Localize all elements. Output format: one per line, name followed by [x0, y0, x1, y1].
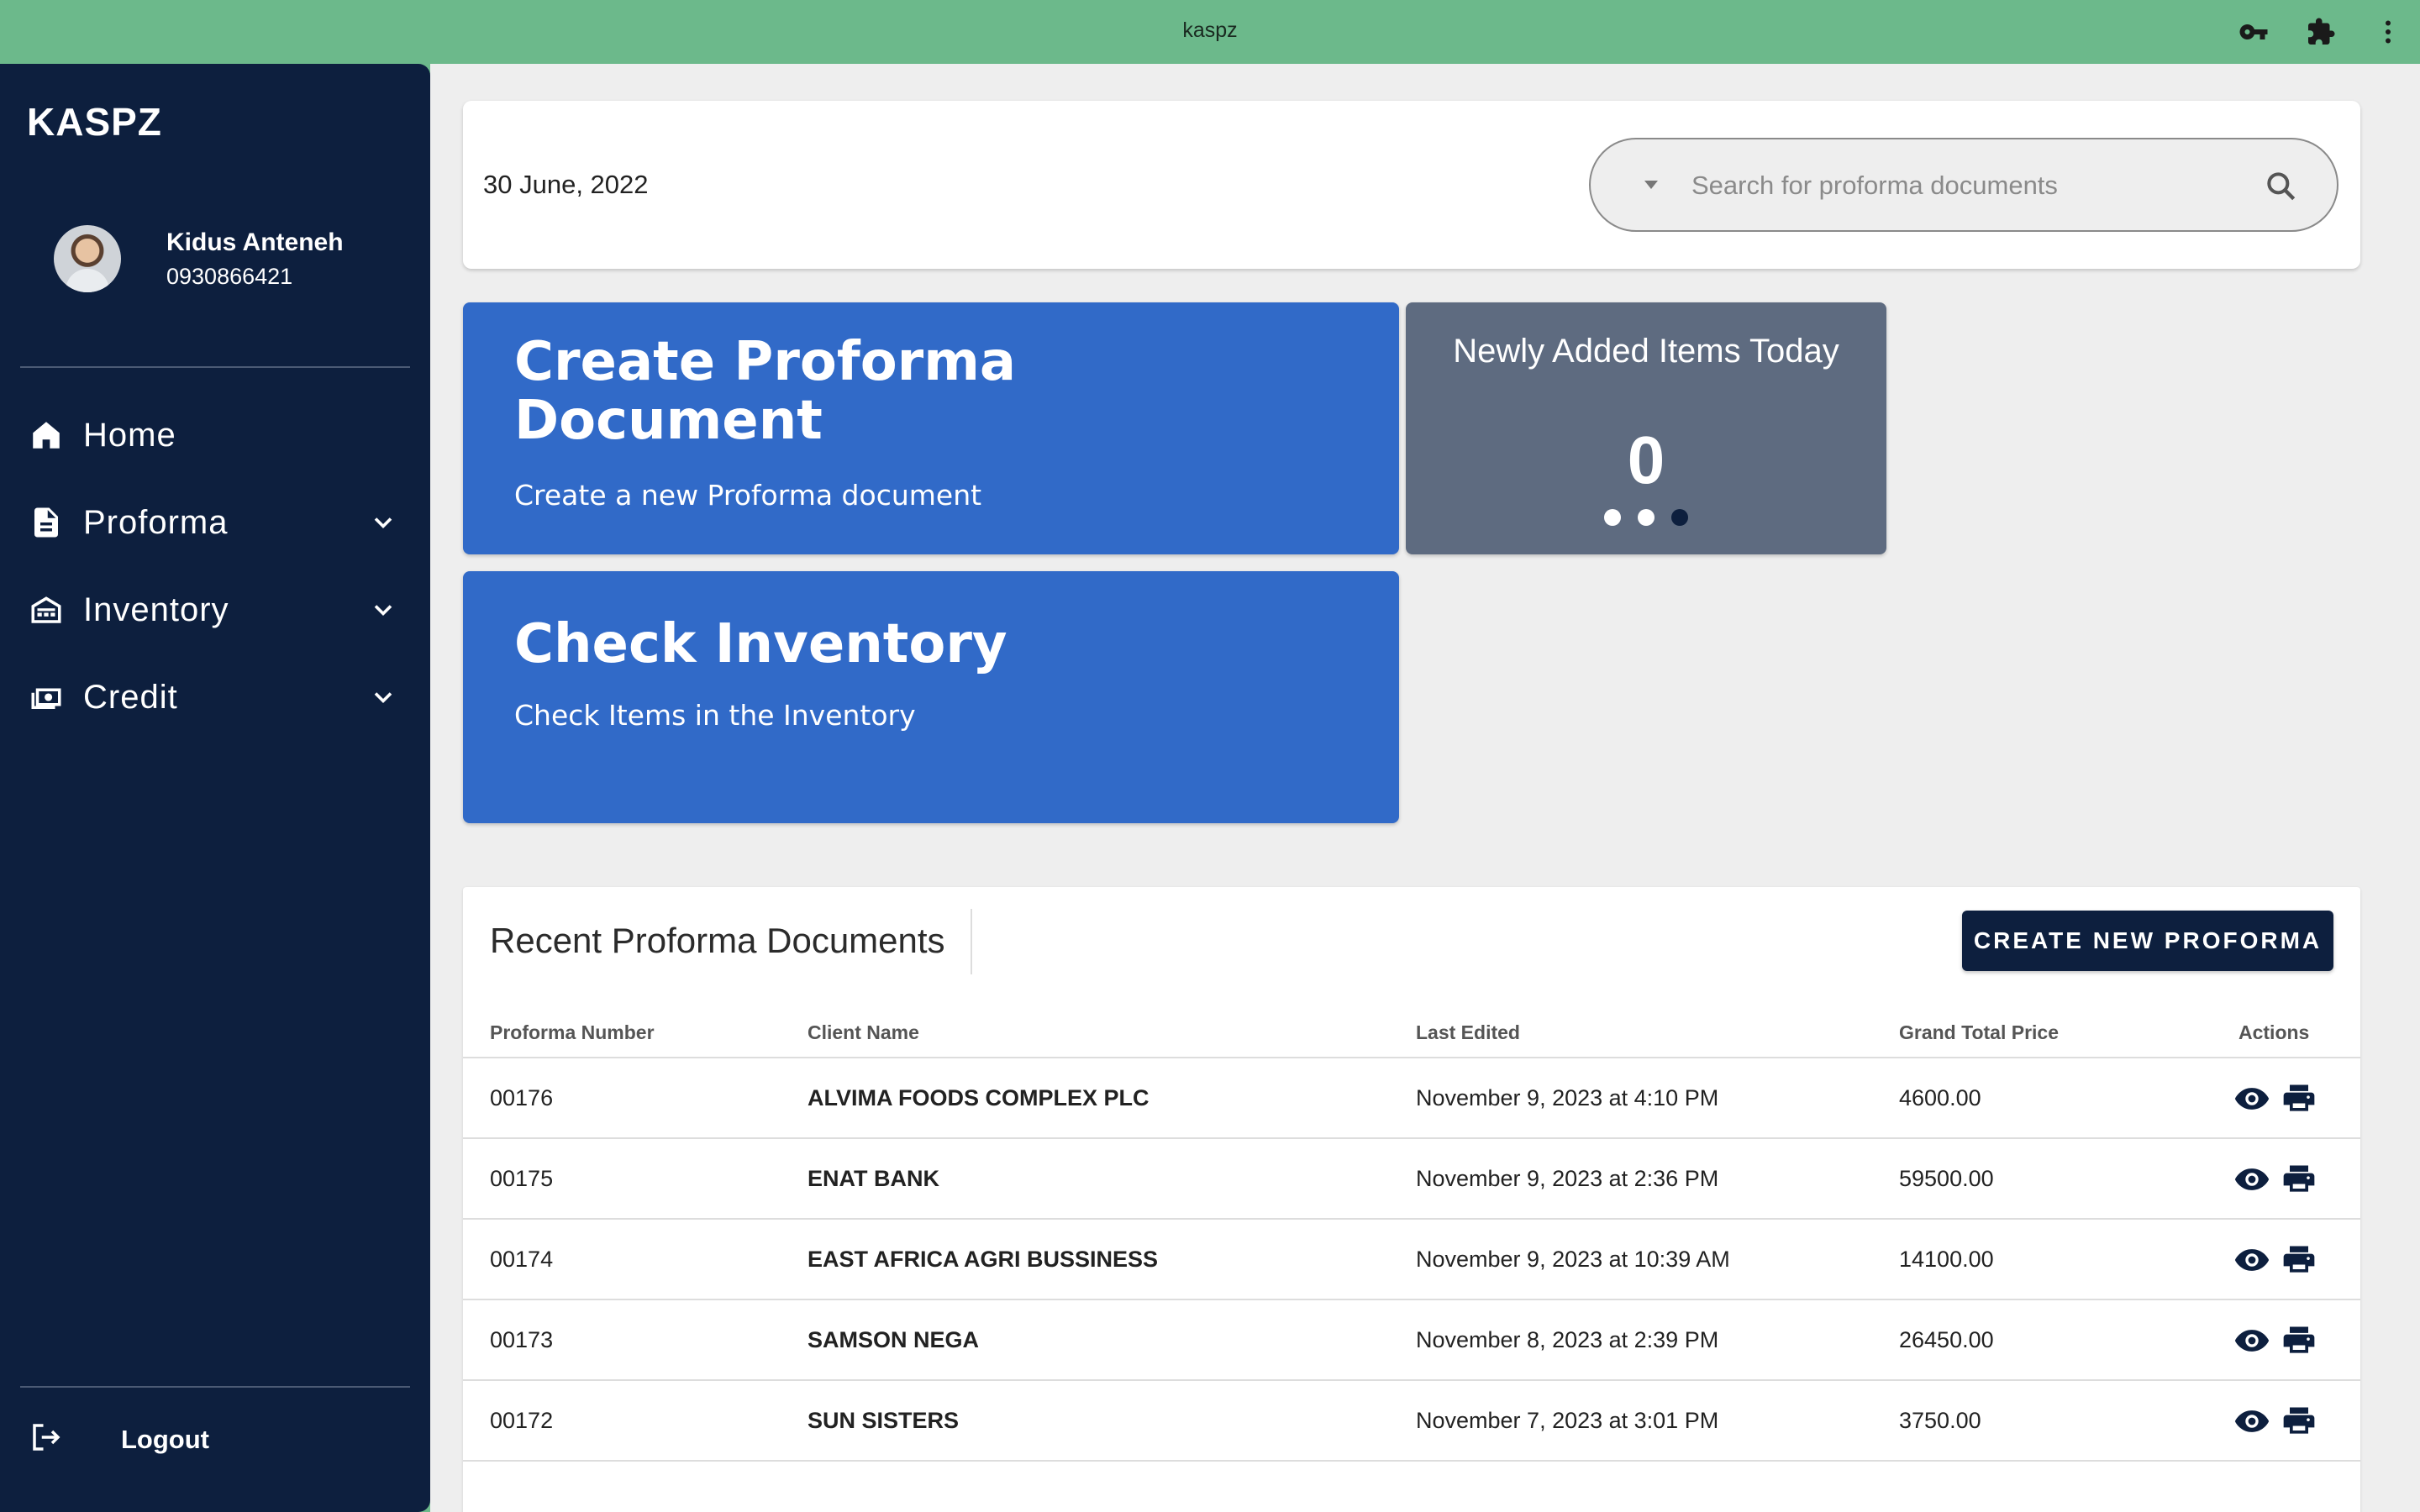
column-header: Actions — [2238, 1021, 2310, 1043]
last-edited: November 9, 2023 at 4:10 PM — [1416, 1085, 1719, 1110]
proforma-number: 00173 — [490, 1327, 554, 1352]
table-row[interactable]: 00175 ENAT BANK November 9, 2023 at 2:36 P… — [463, 1139, 2360, 1220]
sidebar-item-label: Credit — [83, 678, 178, 716]
more-vert-icon[interactable] — [2373, 17, 2403, 47]
search-icon[interactable] — [2263, 168, 2300, 205]
key-icon[interactable] — [2238, 17, 2269, 47]
sidebar-item-credit[interactable]: Credit — [0, 664, 430, 731]
print-icon[interactable] — [2281, 1242, 2317, 1278]
table-row[interactable]: 00176 ALVIMA FOODS COMPLEX PLC November 9,… — [463, 1058, 2360, 1139]
user-name: Kidus Anteneh — [166, 228, 344, 256]
column-header[interactable]: Proforma Number — [490, 1021, 655, 1044]
create-proforma-tile[interactable]: Create Proforma Document Create a new Pr… — [463, 302, 1399, 554]
tile-subtitle: Check Items in the Inventory — [514, 699, 916, 732]
tile-title: Create Proforma Document — [514, 331, 1017, 452]
sidebar-item-label: Proforma — [83, 503, 229, 541]
carousel-dot-active[interactable] — [1671, 509, 1688, 526]
table-row[interactable]: 00173 SAMSON NEGA November 8, 2023 at 2:39… — [463, 1300, 2360, 1381]
search-bar[interactable] — [1589, 138, 2338, 232]
sidebar-divider — [20, 1386, 410, 1388]
carousel-dot[interactable] — [1638, 509, 1655, 526]
title-divider — [971, 909, 972, 974]
window-titlebar: kaspz — [0, 0, 2420, 64]
window-title: kaspz — [1182, 18, 1238, 42]
view-icon[interactable] — [2233, 1161, 2270, 1198]
sidebar-item-label: Home — [83, 416, 176, 454]
proforma-number: 00172 — [490, 1408, 554, 1433]
column-header[interactable]: Grand Total Price — [1899, 1021, 2059, 1044]
print-icon[interactable] — [2281, 1080, 2317, 1117]
grand-total: 14100.00 — [1899, 1247, 1994, 1272]
proforma-number: 00175 — [490, 1166, 554, 1191]
client-name: SUN SISTERS — [808, 1408, 960, 1433]
print-icon[interactable] — [2281, 1322, 2317, 1359]
column-header[interactable]: Last Edited — [1416, 1021, 1520, 1044]
carousel-dot[interactable] — [1604, 509, 1621, 526]
chevron-down-icon[interactable] — [368, 507, 398, 538]
grand-total: 26450.00 — [1899, 1327, 1994, 1352]
column-header[interactable]: Client Name — [808, 1021, 919, 1044]
puzzle-icon[interactable] — [2306, 17, 2336, 47]
client-name: SAMSON NEGA — [808, 1327, 980, 1352]
tile-title: Check Inventory — [514, 613, 1007, 675]
chevron-down-icon[interactable] — [368, 682, 398, 712]
dropdown-caret-icon[interactable] — [1641, 178, 1661, 192]
last-edited: November 9, 2023 at 2:36 PM — [1416, 1166, 1719, 1191]
header-card: 30 June, 2022 — [463, 101, 2360, 269]
client-name: ENAT BANK — [808, 1166, 939, 1191]
search-input[interactable] — [1691, 165, 2238, 207]
grand-total: 3750.00 — [1899, 1408, 1981, 1433]
logout-label: Logout — [121, 1425, 210, 1454]
brand-logo: KASPZ — [27, 100, 162, 144]
grand-total: 59500.00 — [1899, 1166, 1994, 1191]
sidebar-divider — [20, 366, 410, 368]
proforma-number: 00176 — [490, 1085, 554, 1110]
sidebar-item-proforma[interactable]: Proforma — [0, 489, 430, 556]
newly-added-tile: Newly Added Items Today 0 — [1406, 302, 1886, 554]
table-row[interactable]: 00174 EAST AFRICA AGRI BUSSINESS November … — [463, 1220, 2360, 1300]
table-row[interactable]: 00172 SUN SISTERS November 7, 2023 at 3:01… — [463, 1381, 2360, 1462]
tile-subtitle: Create a new Proforma document — [514, 479, 982, 512]
view-icon[interactable] — [2233, 1403, 2270, 1440]
print-icon[interactable] — [2281, 1403, 2317, 1440]
proforma-number: 00174 — [490, 1247, 554, 1272]
tile-title: Newly Added Items Today — [1453, 333, 1839, 370]
view-icon[interactable] — [2233, 1322, 2270, 1359]
sidebar-item-label: Inventory — [83, 591, 229, 628]
print-icon[interactable] — [2281, 1161, 2317, 1198]
recent-proforma-card: Recent Proforma Documents CREATE NEW PRO… — [463, 887, 2360, 1512]
client-name: ALVIMA FOODS COMPLEX PLC — [808, 1085, 1150, 1110]
newly-added-count: 0 — [1627, 423, 1665, 497]
check-inventory-tile[interactable]: Check Inventory Check Items in the Inven… — [463, 571, 1399, 823]
create-new-proforma-button[interactable]: CREATE NEW PROFORMA — [1962, 911, 2333, 971]
document-icon — [34, 507, 58, 538]
avatar — [54, 225, 121, 292]
logout-button[interactable]: Logout — [0, 1404, 430, 1472]
main-content: 30 June, 2022 Create Proforma Document C… — [430, 64, 2420, 1512]
home-icon — [33, 422, 60, 449]
client-name: EAST AFRICA AGRI BUSSINESS — [808, 1247, 1159, 1272]
carousel-dots — [1406, 509, 1886, 526]
user-phone: 0930866421 — [166, 264, 293, 289]
warehouse-icon — [31, 596, 61, 623]
current-date: 30 June, 2022 — [483, 170, 649, 199]
view-icon[interactable] — [2233, 1242, 2270, 1278]
view-icon[interactable] — [2233, 1080, 2270, 1117]
last-edited: November 9, 2023 at 10:39 AM — [1416, 1247, 1730, 1272]
sidebar: KASPZ Kidus Anteneh 0930866421 Home Prof… — [0, 64, 430, 1512]
section-title: Recent Proforma Documents — [490, 921, 945, 960]
logout-icon — [33, 1424, 60, 1451]
sidebar-item-inventory[interactable]: Inventory — [0, 576, 430, 643]
last-edited: November 7, 2023 at 3:01 PM — [1416, 1408, 1719, 1433]
chevron-down-icon[interactable] — [368, 595, 398, 625]
last-edited: November 8, 2023 at 2:39 PM — [1416, 1327, 1719, 1352]
money-icon — [31, 688, 61, 709]
sidebar-item-home[interactable]: Home — [0, 402, 430, 469]
grand-total: 4600.00 — [1899, 1085, 1981, 1110]
